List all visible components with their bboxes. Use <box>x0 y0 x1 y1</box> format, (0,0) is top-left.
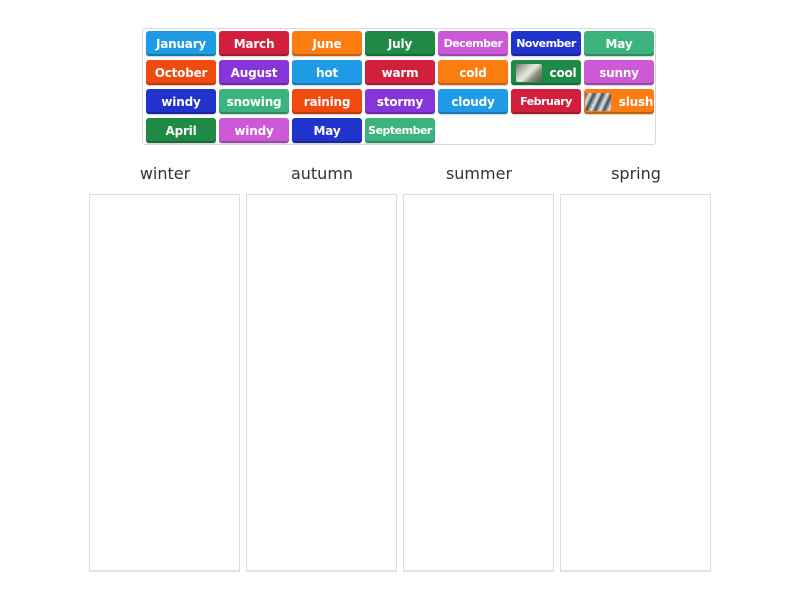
slush-image-thumbnail <box>584 92 611 111</box>
dropzone-summer[interactable] <box>403 194 554 572</box>
word-tile-label: May <box>313 123 341 138</box>
dropzone-autumn[interactable] <box>246 194 397 572</box>
word-tray: January March June July December November May O… <box>142 28 656 145</box>
word-tile-label: August <box>230 65 278 80</box>
word-tile[interactable]: sunny <box>584 60 654 85</box>
word-tile-label: September <box>368 124 432 137</box>
word-tile[interactable]: windy <box>219 118 289 143</box>
word-tile-label: February <box>520 95 572 108</box>
word-tile[interactable]: April <box>146 118 216 143</box>
word-tile-label: April <box>165 123 197 138</box>
word-tile[interactable]: warm <box>365 60 435 85</box>
word-tile-label: March <box>233 36 275 51</box>
group-heading-spring: spring <box>611 164 661 183</box>
word-tile[interactable]: cool <box>511 60 581 85</box>
word-tile[interactable]: September <box>365 118 435 143</box>
group-heading-summer: summer <box>445 164 513 183</box>
word-tile[interactable]: hot <box>292 60 362 85</box>
word-tile[interactable]: December <box>438 31 508 56</box>
word-tile[interactable]: October <box>146 60 216 85</box>
word-tile-label: October <box>154 65 208 80</box>
word-tile-label: windy <box>161 94 201 109</box>
word-tile-label: December <box>443 37 503 50</box>
word-tile-label: warm <box>381 65 419 80</box>
word-tile-label: June <box>312 36 342 51</box>
word-tile[interactable]: May <box>292 118 362 143</box>
word-tile[interactable]: windy <box>146 89 216 114</box>
word-tile-label: January <box>155 36 207 51</box>
word-tile[interactable]: May <box>584 31 654 56</box>
word-tile[interactable]: March <box>219 31 289 56</box>
word-tile[interactable]: stormy <box>365 89 435 114</box>
word-tile[interactable]: snowing <box>219 89 289 114</box>
word-tile[interactable]: cloudy <box>438 89 508 114</box>
word-tile-label: sunny <box>599 65 639 80</box>
word-tile-label: slush <box>618 94 654 109</box>
word-tile[interactable]: February <box>511 89 581 114</box>
word-tile[interactable]: slush <box>584 89 654 114</box>
word-tile[interactable]: July <box>365 31 435 56</box>
word-tile-label: cloudy <box>451 94 495 109</box>
word-tile-label: stormy <box>376 94 424 109</box>
word-tile-label: cold <box>459 65 487 80</box>
word-tile-label: raining <box>303 94 351 109</box>
word-tile-label: hot <box>316 65 338 80</box>
word-tile-label: May <box>605 36 633 51</box>
group-heading-autumn: autumn <box>290 164 354 183</box>
word-tile[interactable]: November <box>511 31 581 56</box>
word-tile-label: windy <box>234 123 274 138</box>
word-tile[interactable]: January <box>146 31 216 56</box>
word-tile-label: November <box>516 37 576 50</box>
dropzone-spring[interactable] <box>560 194 711 572</box>
word-tile[interactable]: June <box>292 31 362 56</box>
word-tile[interactable]: raining <box>292 89 362 114</box>
word-tile[interactable]: cold <box>438 60 508 85</box>
cool-image-thumbnail <box>515 63 542 82</box>
dropzone-winter[interactable] <box>89 194 240 572</box>
word-tile-label: snowing <box>226 94 282 109</box>
word-tile-label: cool <box>549 65 577 80</box>
word-tile[interactable]: August <box>219 60 289 85</box>
word-tile-label: July <box>387 36 413 51</box>
group-heading-winter: winter <box>139 164 191 183</box>
